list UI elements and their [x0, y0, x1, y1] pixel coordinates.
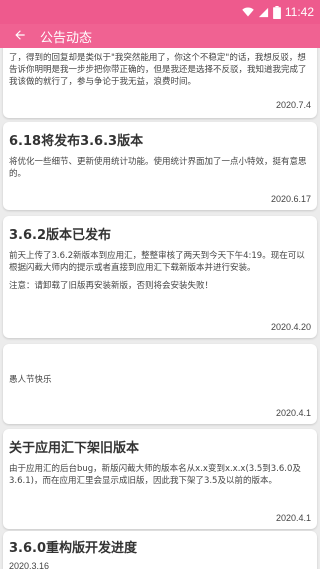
announcement-body: 将优化一些细节、更新使用统计功能。使用统计界面加了一点小特效，挺有意思的。 [9, 157, 307, 179]
announcement-list[interactable]: 了，得到的回复却是类似于"我突然能用了，你这个不稳定"的话，我想反驳，想告诉你明… [0, 48, 320, 569]
announcement-title: 关于应用汇下架旧版本 [9, 441, 140, 456]
announcement-title: 3.6.2版本已发布 [9, 228, 112, 243]
back-button[interactable] [0, 24, 40, 48]
announcement-date: 2020.4.20 [270, 322, 311, 332]
announcement-body: 由于应用汇的后台bug，新版闪截大师的版本名从x.x变到x.x.x(3.5到3.… [9, 464, 301, 486]
cell-signal-icon [258, 7, 269, 18]
announcement-card: 了，得到的回复却是类似于"我突然能用了，你这个不稳定"的话，我想反驳，想告诉你明… [3, 48, 317, 118]
announcement-card: 3.6.0重构版开发进度 2020.3.16 [3, 531, 317, 569]
announcement-card: 愚人节快乐 2020.4.1 [3, 344, 317, 424]
app-bar: 公告动态 [0, 24, 320, 48]
status-bar: 11:42 [0, 0, 320, 24]
page-title: 公告动态 [40, 30, 93, 46]
announcement-card: 3.6.2版本已发布 前天上传了3.6.2新版本到应用汇，整整审核了两天到今天下… [3, 216, 317, 338]
announcement-body: 了，得到的回复却是类似于"我突然能用了，你这个不稳定"的话，我想反驳，想告诉你明… [9, 53, 307, 87]
announcement-card: 关于应用汇下架旧版本 由于应用汇的后台bug，新版闪截大师的版本名从x.x变到x… [3, 429, 317, 529]
announcement-date: 2020.6.17 [270, 194, 311, 204]
announcement-body: 愚人节快乐 [9, 375, 52, 385]
announcement-date: 2020.4.1 [275, 408, 311, 418]
wifi-icon [242, 6, 254, 18]
announcement-title: 6.18将发布3.6.3版本 [9, 134, 144, 149]
announcement-title: 3.6.0重构版开发进度 [9, 541, 138, 556]
announcement-date: 2020.7.4 [275, 100, 311, 110]
announcement-date: 2020.4.1 [275, 513, 311, 523]
announcement-body: 前天上传了3.6.2新版本到应用汇，整整审核了两天到今天下午4:19。现在可以根… [9, 251, 305, 291]
announcement-card: 6.18将发布3.6.3版本 将优化一些细节、更新使用统计功能。使用统计界面加了… [3, 122, 317, 210]
battery-icon [272, 5, 281, 19]
announcement-date: 2020.3.16 [9, 561, 50, 569]
status-time: 11:42 [284, 5, 314, 19]
arrow-left-icon [13, 27, 27, 46]
